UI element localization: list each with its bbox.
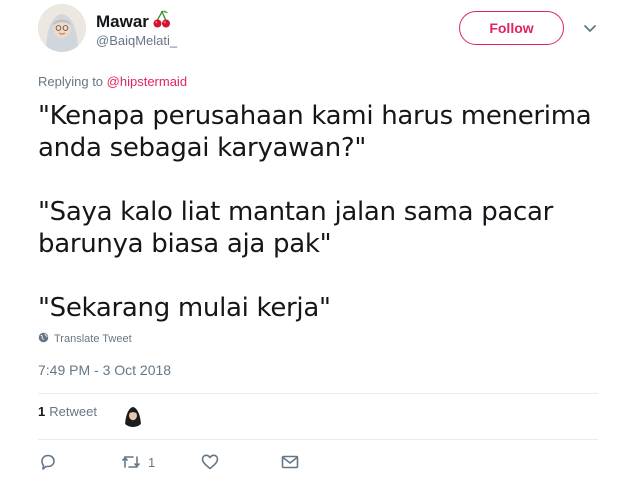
reply-context: Replying to @hipstermaid: [38, 74, 187, 89]
direct-message-button[interactable]: [280, 452, 300, 472]
chevron-down-icon[interactable]: [582, 22, 598, 36]
tweet-text: "Kenapa perusahaan kami harus menerima a…: [38, 100, 618, 324]
retweet-count: 1: [148, 454, 156, 470]
tweet-line: "Sekarang mulai kerja": [38, 293, 331, 323]
envelope-icon: [280, 452, 300, 472]
tweet-line: anda sebagai karyawan?": [38, 133, 367, 163]
retweet-stat-label: Retweet: [49, 404, 97, 419]
heart-icon: [200, 452, 220, 472]
translate-label: Translate Tweet: [54, 333, 132, 345]
reply-button[interactable]: [38, 452, 58, 472]
author-avatar[interactable]: [38, 4, 86, 52]
tweet-line: "Kenapa perusahaan kami harus menerima: [38, 101, 592, 131]
globe-icon: [38, 332, 49, 346]
retweet-stat-count: 1: [38, 404, 46, 419]
retweet-icon: [120, 452, 142, 472]
divider: [38, 393, 598, 394]
retweet-stats[interactable]: 1 Retweet: [38, 404, 97, 419]
author-display-name[interactable]: Mawar: [96, 9, 172, 34]
avatar-image: [38, 4, 86, 52]
tweet-card: Mawar @BaiqMelati_ Follow Replying to @h…: [0, 0, 638, 500]
tweet-line: barunya biasa aja pak": [38, 229, 332, 259]
author-username[interactable]: @BaiqMelati_: [96, 33, 177, 48]
cherries-icon: [152, 9, 172, 34]
display-name-text: Mawar: [96, 11, 149, 31]
retweeter-avatar-image: [121, 403, 145, 427]
retweet-button[interactable]: 1: [120, 452, 155, 472]
translate-tweet-link[interactable]: Translate Tweet: [38, 332, 132, 346]
tweet-line: "Saya kalo liat mantan jalan sama pacar: [38, 197, 554, 227]
reply-icon: [38, 452, 58, 472]
tweet-timestamp[interactable]: 7:49 PM - 3 Oct 2018: [38, 362, 171, 378]
retweeter-avatar[interactable]: [121, 403, 145, 427]
follow-button[interactable]: Follow: [459, 11, 564, 45]
reply-prefix: Replying to: [38, 74, 107, 89]
like-button[interactable]: [200, 452, 220, 472]
reply-mention-link[interactable]: @hipstermaid: [107, 74, 187, 89]
divider: [38, 439, 598, 440]
